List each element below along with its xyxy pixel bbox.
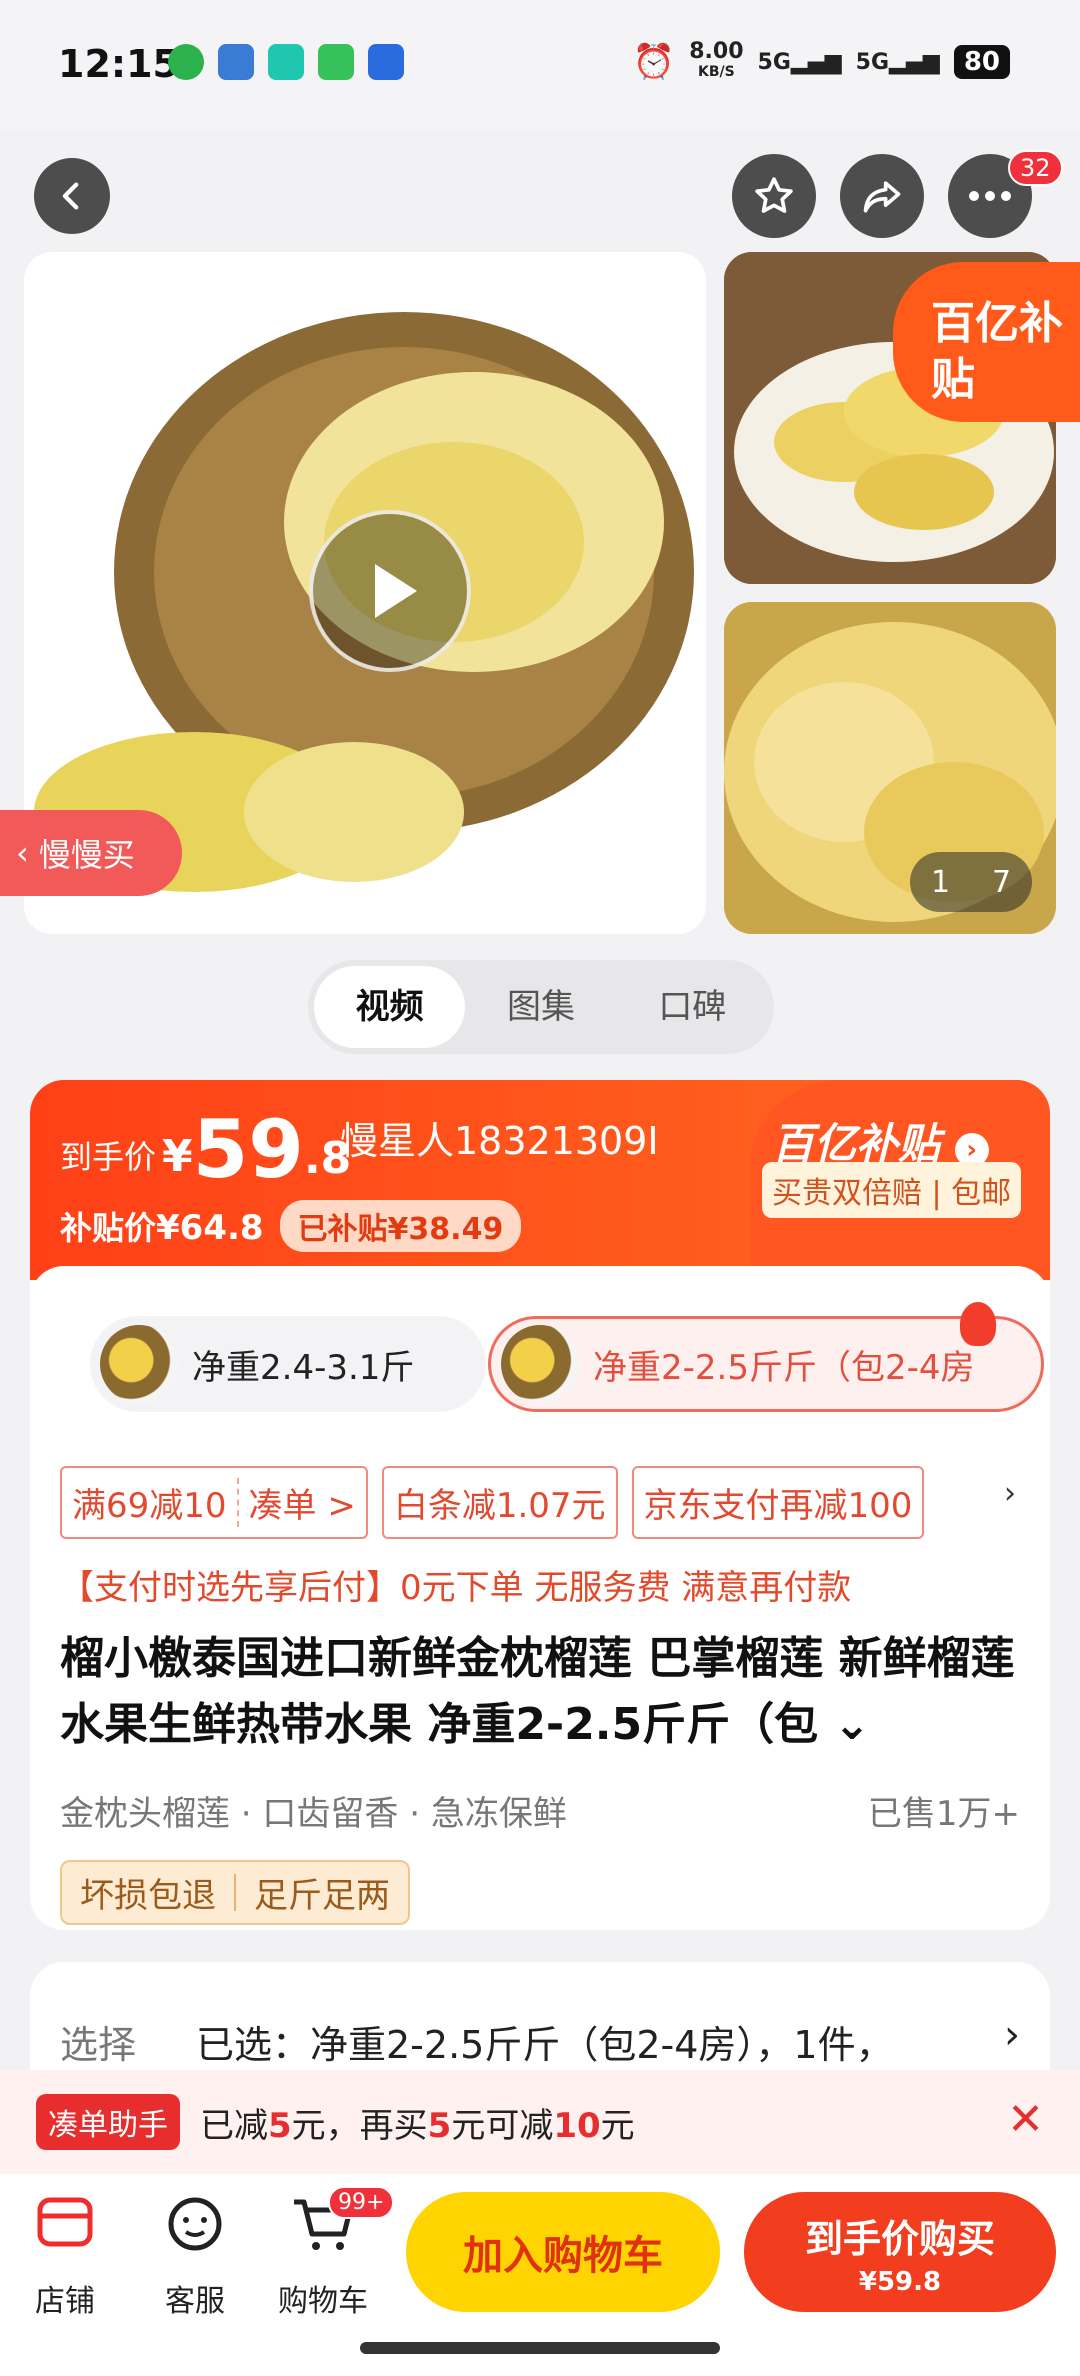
status-app-icons: [168, 44, 404, 80]
select-value: 已选：净重2-2.5斤斤（包2-4房），1件，: [196, 2023, 894, 2067]
coupon-full-reduction[interactable]: 满69减10 凑单 >: [60, 1466, 368, 1539]
message-icon: [318, 44, 354, 80]
product-info: 净重2.4-3.1斤 净重2-2.5斤斤（包2-4房 满69减10 凑单 > 白条…: [30, 1266, 1050, 1930]
add-to-cart-button[interactable]: 加入购物车: [406, 2192, 720, 2312]
subsidy-tag: 百亿补贴: [893, 262, 1080, 422]
app-icon-teal: [268, 44, 304, 80]
user-name: 慢星人18321309I: [340, 1119, 659, 1163]
product-features: 金枕头榴莲 · 口齿留香 · 急冻保鲜: [60, 1794, 567, 1834]
coupon-row: 满69减10 凑单 > 白条减1.07元 京东支付再减100: [60, 1466, 925, 1539]
star-icon: [755, 177, 793, 213]
share-button[interactable]: [840, 154, 924, 238]
network-speed: 8.00 KB/S: [689, 39, 744, 81]
play-icon: [375, 564, 417, 618]
order-helper-bar[interactable]: 凑单助手 已减5元，再买5元可减10元 ✕: [0, 2070, 1080, 2174]
store-button[interactable]: 店铺: [10, 2194, 120, 2320]
notification-badge: 32: [1008, 150, 1063, 186]
hot-fire-icon: [960, 1302, 996, 1346]
price-card: 到手价 ¥ 59 .8 慢星人18321309I 补贴价¥64.8 已补贴¥38…: [30, 1080, 1050, 1930]
product-title[interactable]: 榴小檄泰国进口新鲜金枕榴莲 巴掌榴莲 新鲜榴莲水果生鲜热带水果 净重2-2.5斤…: [60, 1626, 1020, 1758]
signal-icon-2: 5G▂▄▆: [855, 49, 940, 75]
share-icon: [863, 181, 901, 213]
media-tabs: 视频 图集 口碑: [308, 960, 774, 1054]
store-icon: [37, 2197, 93, 2247]
signal-icon: 5G▂▄▆: [757, 49, 842, 75]
chevron-left-icon: [62, 182, 79, 210]
chevron-down-icon[interactable]: ⌄: [818, 1699, 870, 1750]
subsidized-badge: 已补贴¥38.49: [279, 1200, 522, 1252]
more-icon: [969, 191, 1011, 201]
alarm-icon: ⏰: [632, 42, 676, 82]
service-tags: 坏损包退 足斤足两: [60, 1860, 410, 1925]
wechat-icon: [168, 44, 204, 80]
spec-thumbnail: [501, 1325, 579, 1403]
coupon-baitiao[interactable]: 白条减1.07元: [381, 1466, 618, 1539]
helper-tag: 凑单助手: [36, 2094, 180, 2150]
spec-thumbnail: [100, 1325, 178, 1403]
battery-indicator: 80: [953, 45, 1010, 79]
customer-service-button[interactable]: 客服: [140, 2194, 250, 2320]
subsidy-price: 补贴价¥64.8 已补贴¥38.49: [60, 1200, 522, 1252]
favorite-button[interactable]: [732, 154, 816, 238]
sold-count: 已售1万+: [867, 1794, 1020, 1834]
tab-video[interactable]: 视频: [314, 966, 466, 1048]
helper-text: 已减5元，再买5元可减10元: [200, 2105, 635, 2146]
app-icon-w: [368, 44, 404, 80]
close-icon[interactable]: ✕: [1007, 2094, 1044, 2145]
cart-button[interactable]: 购物车 99+: [268, 2186, 395, 2320]
status-bar: 12:15 ⏰ 8.00 KB/S 5G▂▄▆ 5G▂▄▆ 80: [0, 0, 1080, 130]
cart-badge: 99+: [328, 2186, 395, 2219]
chevron-right-icon: ›: [1004, 2012, 1020, 2058]
spec-option-1[interactable]: 净重2.4-3.1斤: [90, 1316, 486, 1412]
slow-buy-button[interactable]: ‹ 慢慢买: [0, 810, 182, 896]
chat-icon: [168, 2197, 222, 2251]
price-header: 到手价 ¥ 59 .8 慢星人18321309I 补贴价¥64.8 已补贴¥38…: [30, 1080, 1050, 1280]
play-button[interactable]: [309, 510, 471, 672]
tab-gallery[interactable]: 图集: [465, 966, 616, 1048]
chevron-right-icon[interactable]: ›: [1004, 1476, 1016, 1511]
status-time: 12:15: [58, 42, 179, 86]
tab-reviews[interactable]: 口碑: [617, 966, 768, 1048]
select-label: 选择: [60, 2023, 137, 2067]
back-button[interactable]: [34, 158, 110, 234]
home-indicator[interactable]: [360, 2342, 720, 2354]
app-icon-blue: [218, 44, 254, 80]
buy-now-button[interactable]: 到手价购买 ¥59.8: [744, 2192, 1056, 2312]
chevron-left-icon: ‹: [16, 834, 29, 872]
final-price: 到手价 ¥ 59 .8: [60, 1103, 352, 1196]
promise-badge: 买贵双倍赔 | 包邮: [762, 1162, 1022, 1218]
pay-later-note[interactable]: 【支付时选先享后付】0元下单 无服务费 满意再付款: [60, 1560, 851, 1609]
coupon-jdpay[interactable]: 京东支付再减100: [631, 1466, 925, 1539]
image-counter: 1 7: [910, 852, 1032, 912]
